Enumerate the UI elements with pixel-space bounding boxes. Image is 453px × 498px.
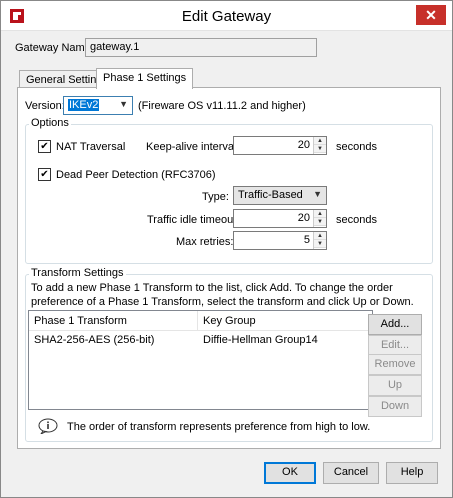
- dpd-type-label: Type:: [202, 191, 229, 203]
- remove-button-label: Remove: [374, 358, 416, 370]
- cancel-button[interactable]: Cancel: [323, 462, 379, 484]
- up-button[interactable]: Up: [368, 375, 422, 396]
- idle-timeout-spinner[interactable]: 20 ▲ ▼: [233, 209, 327, 228]
- spin-up-icon[interactable]: ▲: [314, 137, 326, 145]
- options-group-title: Options: [29, 117, 71, 129]
- tab-phase1-settings[interactable]: Phase 1 Settings: [96, 68, 194, 89]
- spin-down-icon[interactable]: ▼: [314, 145, 326, 153]
- gateway-name-field[interactable]: gateway.1: [85, 38, 317, 57]
- tab-phase1-settings-label: Phase 1 Settings: [103, 72, 187, 84]
- help-button-label: Help: [400, 466, 424, 478]
- title-bar: Edit Gateway ✕: [1, 1, 452, 31]
- close-button[interactable]: ✕: [416, 5, 446, 25]
- window-title: Edit Gateway: [181, 8, 272, 25]
- close-icon: ✕: [425, 7, 437, 23]
- keepalive-value: 20: [297, 139, 310, 151]
- idle-timeout-spin-arrows[interactable]: ▲ ▼: [313, 210, 326, 227]
- idle-timeout-value: 20: [297, 212, 310, 224]
- keepalive-spin-arrows[interactable]: ▲ ▼: [313, 137, 326, 154]
- spin-up-icon[interactable]: ▲: [314, 232, 326, 240]
- edit-button-label: Edit...: [380, 339, 410, 351]
- add-button[interactable]: Add...: [368, 314, 422, 335]
- transform-settings-title: Transform Settings: [29, 267, 126, 279]
- ok-button[interactable]: OK: [264, 462, 316, 484]
- keepalive-spinner[interactable]: 20 ▲ ▼: [233, 136, 327, 155]
- edit-gateway-dialog: Edit Gateway ✕ Gateway Name: gateway.1 G…: [0, 0, 453, 498]
- dpd-label: Dead Peer Detection (RFC3706): [56, 169, 216, 181]
- spin-up-icon[interactable]: ▲: [314, 210, 326, 218]
- keepalive-label: Keep-alive interval:: [146, 141, 240, 153]
- transform-list-header: Phase 1 Transform Key Group: [29, 311, 372, 331]
- cancel-button-label: Cancel: [333, 466, 369, 478]
- chevron-down-icon: ▼: [119, 99, 128, 109]
- phase1-settings-panel: Version: IKEv2 ▼ (Fireware OS v11.11.2 a…: [17, 87, 441, 449]
- transform-list[interactable]: Phase 1 Transform Key Group SHA2-256-AES…: [28, 310, 373, 410]
- transform-description: To add a new Phase 1 Transform to the li…: [31, 282, 414, 308]
- nat-traversal-label: NAT Traversal: [56, 141, 126, 153]
- transform-cell: SHA2-256-AES (256-bit): [34, 334, 155, 346]
- down-button-label: Down: [380, 400, 410, 412]
- max-retries-spin-arrows[interactable]: ▲ ▼: [313, 232, 326, 249]
- column-separator[interactable]: [197, 311, 198, 331]
- add-button-label: Add...: [380, 318, 410, 330]
- spin-down-icon[interactable]: ▼: [314, 218, 326, 226]
- transform-order-note: The order of transform represents prefer…: [67, 421, 371, 433]
- max-retries-spinner[interactable]: 5 ▲ ▼: [233, 231, 327, 250]
- max-retries-label: Max retries:: [176, 236, 234, 248]
- remove-button[interactable]: Remove: [368, 354, 422, 375]
- gateway-name-value: gateway.1: [90, 41, 140, 53]
- dpd-checkbox[interactable]: ✔: [38, 168, 51, 181]
- idle-timeout-unit: seconds: [336, 214, 377, 226]
- table-row[interactable]: SHA2-256-AES (256-bit) Diffie-Hellman Gr…: [29, 333, 372, 349]
- version-note: (Fireware OS v11.11.2 and higher): [138, 100, 306, 112]
- dpd-type-value: Traffic-Based: [238, 189, 303, 201]
- version-label: Version:: [25, 100, 65, 112]
- up-button-label: Up: [387, 379, 403, 391]
- max-retries-value: 5: [303, 234, 310, 246]
- spin-down-icon[interactable]: ▼: [314, 240, 326, 248]
- ok-button-label: OK: [282, 466, 298, 478]
- help-button[interactable]: Help: [386, 462, 438, 484]
- edit-button[interactable]: Edit...: [368, 335, 422, 356]
- keepalive-unit: seconds: [336, 141, 377, 153]
- nat-traversal-checkbox[interactable]: ✔: [38, 140, 51, 153]
- info-icon: [38, 418, 58, 434]
- gateway-name-label: Gateway Name:: [15, 42, 94, 54]
- column-header-phase1-transform[interactable]: Phase 1 Transform: [34, 315, 127, 327]
- column-header-key-group[interactable]: Key Group: [203, 315, 256, 327]
- version-select[interactable]: IKEv2 ▼: [63, 96, 133, 115]
- chevron-down-icon: ▼: [313, 189, 322, 199]
- idle-timeout-label: Traffic idle timeout:: [147, 214, 240, 226]
- version-value: IKEv2: [68, 99, 100, 111]
- key-group-cell: Diffie-Hellman Group14: [203, 334, 318, 346]
- down-button[interactable]: Down: [368, 396, 422, 417]
- dpd-type-select[interactable]: Traffic-Based ▼: [233, 186, 327, 205]
